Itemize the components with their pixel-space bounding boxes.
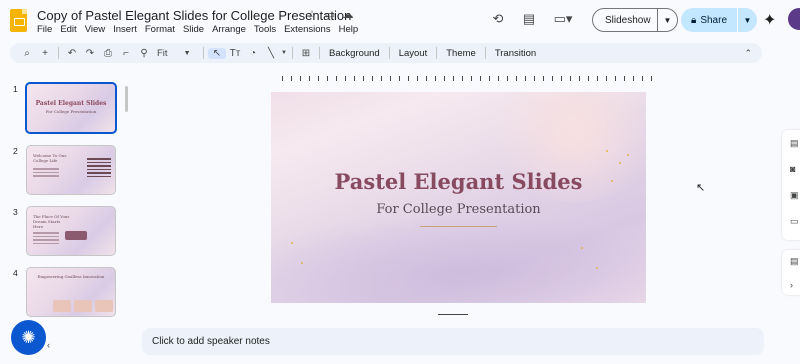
tasks-icon[interactable]: ◙ [790, 164, 800, 174]
slide-thumbnail-3[interactable]: The Place Of Your Dream Starts Here [26, 206, 116, 256]
meet-icon[interactable]: ▭▾ [552, 11, 574, 27]
slideshow-dropdown-icon[interactable]: ▼ [658, 16, 677, 25]
gemini-icon[interactable]: ✦ [763, 10, 776, 30]
slide-thumbnail-1[interactable]: Pastel Elegant Slides For College Presen… [25, 82, 117, 134]
speaker-notes[interactable]: Click to add speaker notes [142, 328, 764, 355]
slide-filmstrip: 1 Pastel Elegant Slides For College Pres… [0, 72, 130, 364]
collapse-filmstrip-icon[interactable]: ‹ [47, 340, 50, 350]
paint-format-icon[interactable]: ⌐ [117, 48, 135, 59]
menu-format[interactable]: Format [145, 24, 180, 35]
chevron-down-icon: ▼ [183, 49, 191, 57]
slide-number: 2 [13, 146, 18, 156]
background-button[interactable]: Background [324, 48, 385, 59]
share-button[interactable]: 🔒︎ Share ▼ [681, 8, 757, 32]
new-slide-icon[interactable]: + [36, 48, 54, 59]
menu-slide[interactable]: Slide [183, 24, 209, 35]
cloud-status-icon[interactable]: ☁ [342, 9, 354, 21]
menu-help[interactable]: Help [339, 24, 364, 35]
side-panel-extras: ▤ › [782, 250, 800, 295]
line-icon[interactable]: ╲ [262, 48, 280, 59]
menu-tools[interactable]: Tools [254, 24, 281, 35]
maps-icon[interactable]: ▣ [790, 190, 800, 200]
explore-icon[interactable]: ✺ [11, 320, 46, 355]
share-dropdown-icon[interactable]: ▼ [738, 16, 757, 25]
zoom-value: Fit [157, 47, 168, 59]
lock-icon: 🔒︎ [691, 14, 697, 26]
slide-number: 3 [13, 207, 18, 217]
app-header: Copy of Pastel Elegant Slides for Colleg… [0, 0, 800, 40]
slide-title[interactable]: Pastel Elegant Slides [271, 169, 646, 194]
text-box-icon[interactable]: Tт [226, 48, 244, 59]
current-slide[interactable]: Pastel Elegant Slides For College Presen… [271, 92, 646, 303]
divider [420, 226, 497, 227]
menu-arrange[interactable]: Arrange [212, 24, 251, 35]
menu-edit[interactable]: Edit [60, 24, 81, 35]
side-panel: ▤ ◙ ▣ ▭ [782, 130, 800, 240]
share-label: Share [700, 14, 728, 26]
zoom-select[interactable]: Fit ▼ [153, 48, 199, 59]
menu-file[interactable]: File [37, 24, 57, 35]
undo-icon[interactable]: ↶ [63, 48, 81, 59]
toolbar: ⌕ + ↶ ↷ ⎙ ⌐ ⚲ Fit ▼ ↖ Tт ◔ ╲ ▼ ⊞ Backgro… [10, 43, 762, 63]
menu-extensions[interactable]: Extensions [284, 24, 335, 35]
slide-thumbnail-2[interactable]: Welcome To Our College Life [26, 145, 116, 195]
slide-subtitle[interactable]: For College Presentation [271, 202, 646, 217]
filmstrip-scrollbar[interactable] [125, 86, 128, 112]
thumb-title: Pastel Elegant Slides [35, 100, 107, 107]
calendar-icon[interactable]: ▤ [790, 256, 800, 266]
print-icon[interactable]: ⎙ [99, 48, 117, 59]
redo-icon[interactable]: ↷ [81, 48, 99, 59]
slide-thumbnail-4[interactable]: Empowering Goalless Innovation [26, 267, 116, 317]
menu-bar: File Edit View Insert Format Slide Arran… [37, 24, 366, 35]
select-tool-icon[interactable]: ↖ [208, 47, 226, 59]
thumb-subtitle: For College Presentation [45, 109, 97, 114]
version-history-icon[interactable]: ⟲ [490, 11, 506, 27]
expand-panel-icon[interactable]: › [790, 280, 800, 290]
theme-button[interactable]: Theme [441, 48, 481, 59]
move-folder-icon[interactable]: ▭ [324, 9, 336, 21]
title-actions: ☆ ▭ ☁ [306, 9, 354, 21]
document-title[interactable]: Copy of Pastel Elegant Slides for Colleg… [37, 8, 351, 23]
slides-logo-icon[interactable] [10, 9, 27, 32]
shape-icon[interactable]: ◔ [244, 48, 262, 59]
keep-icon[interactable]: ▤ [790, 138, 800, 148]
thumb-title: Empowering Goalless Innovation [37, 274, 105, 279]
line-dropdown-icon[interactable]: ▼ [280, 50, 288, 56]
layout-button[interactable]: Layout [394, 48, 433, 59]
search-menus-icon[interactable]: ⌕ [18, 48, 36, 59]
menu-insert[interactable]: Insert [113, 24, 142, 35]
menu-view[interactable]: View [85, 24, 110, 35]
slideshow-button[interactable]: Slideshow ▼ [592, 8, 678, 32]
zoom-icon[interactable]: ⚲ [135, 48, 153, 59]
slide-number: 4 [13, 268, 18, 278]
star-icon[interactable]: ☆ [306, 9, 318, 21]
mouse-cursor-icon: ↖ [696, 182, 706, 194]
slide-number: 1 [13, 84, 18, 94]
add-comment-icon[interactable]: ⊞ [297, 48, 315, 59]
thumb-title: Welcome To Our College Life [33, 153, 67, 163]
avatar[interactable] [788, 8, 800, 30]
slide-resize-handle[interactable] [438, 314, 468, 315]
horizontal-ruler [282, 76, 657, 81]
slideshow-label: Slideshow [605, 14, 651, 26]
collapse-toolbar-icon[interactable]: ⌃ [744, 48, 752, 59]
thumb-title: The Place Of Your Dream Starts Here [33, 214, 70, 229]
folder-icon[interactable]: ▭ [790, 216, 800, 226]
comments-icon[interactable]: ▤ [521, 11, 537, 27]
transition-button[interactable]: Transition [490, 48, 541, 59]
